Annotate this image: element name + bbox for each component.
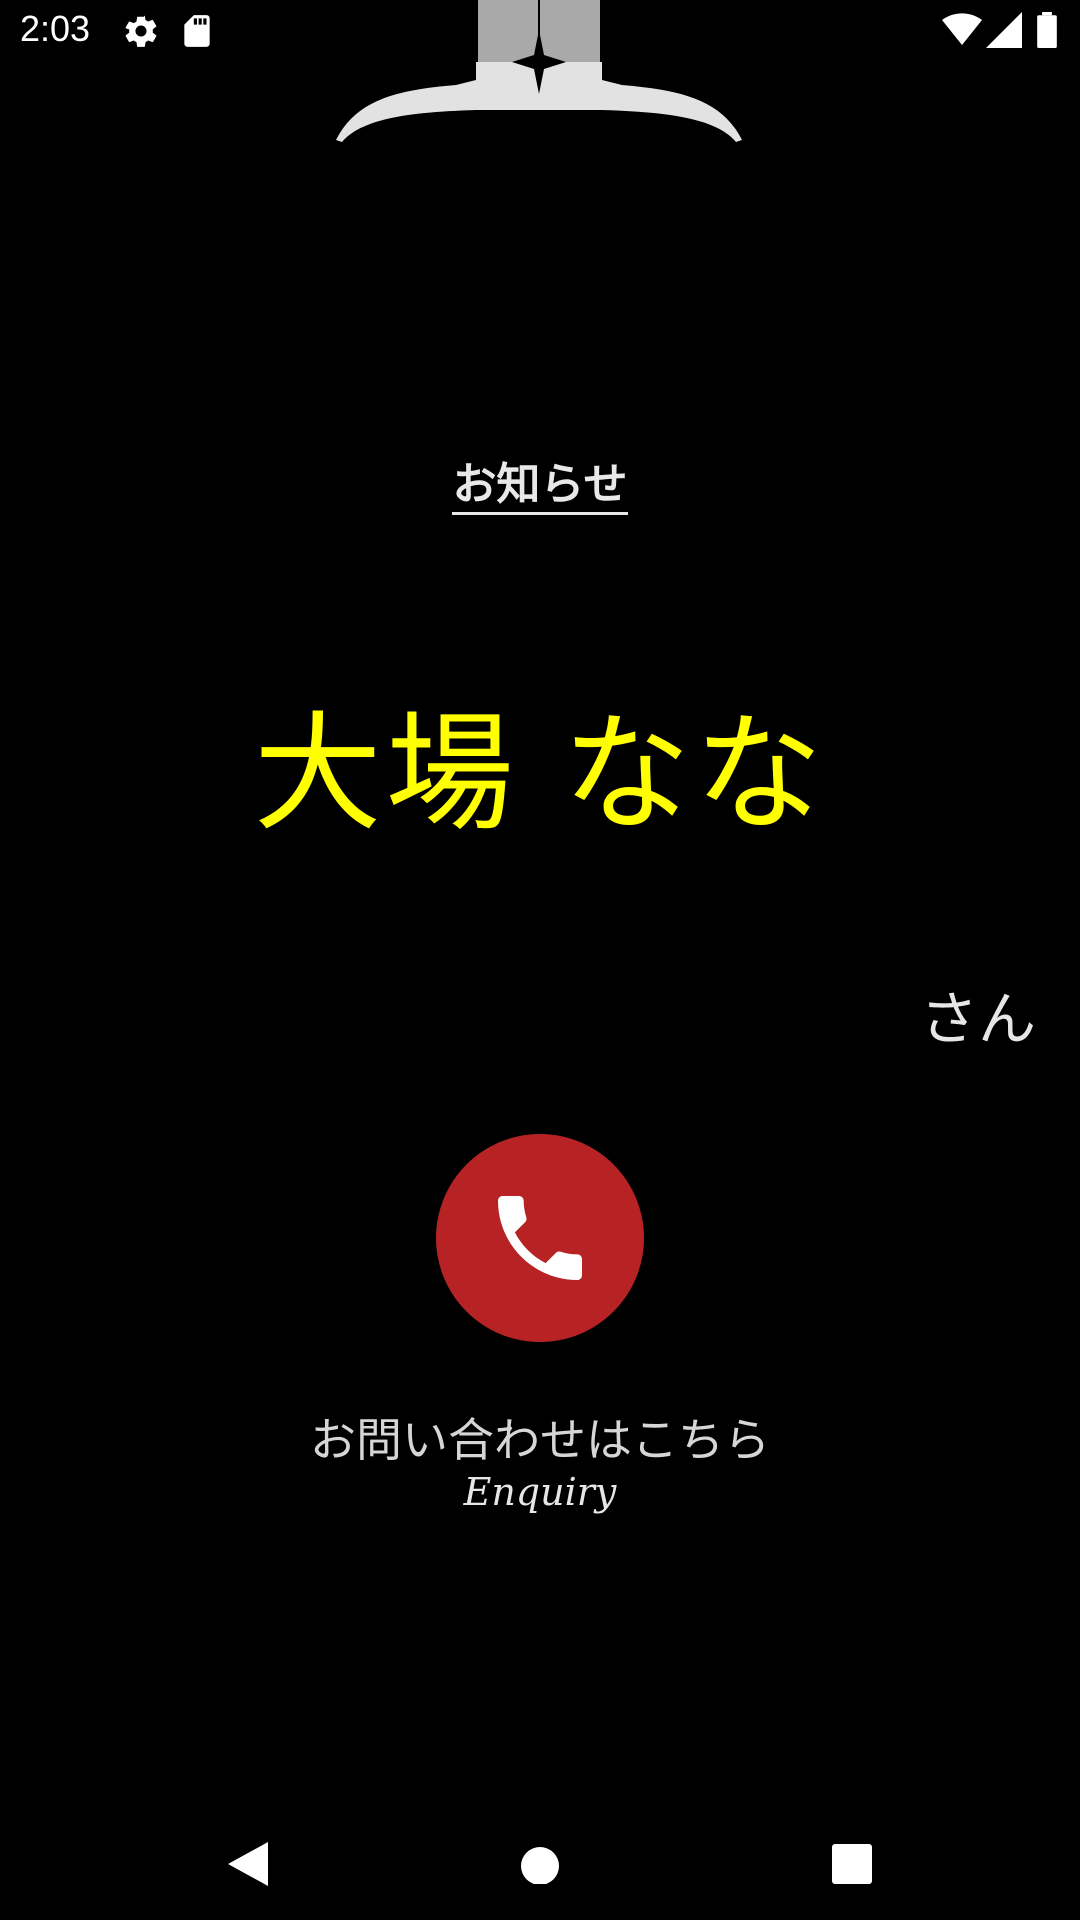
recents-button[interactable] — [782, 1800, 922, 1920]
battery-icon — [1037, 12, 1057, 48]
signal-icon — [986, 12, 1022, 48]
notice-label[interactable]: お知らせ — [452, 459, 628, 515]
user-name: 大場 なな — [253, 700, 827, 849]
back-icon — [228, 1842, 268, 1886]
status-time: 2:03 — [20, 8, 91, 49]
enquiry-label-jp[interactable]: お問い合わせはこちら — [0, 1404, 1080, 1470]
settings-icon — [125, 15, 157, 47]
nav-bar — [0, 1800, 1080, 1920]
wifi-icon — [942, 13, 982, 46]
phone-icon — [498, 1196, 582, 1280]
home-button[interactable] — [470, 1800, 610, 1920]
recents-icon — [832, 1844, 872, 1884]
call-button[interactable] — [436, 1134, 644, 1342]
back-button[interactable] — [176, 1800, 316, 1920]
home-icon — [521, 1847, 559, 1884]
honorific: さん — [920, 985, 1037, 1053]
enquiry-label-en[interactable]: Enquiry — [0, 1470, 1080, 1514]
sd-card-icon — [184, 15, 210, 47]
notice-link[interactable]: お知らせ — [0, 448, 1080, 515]
shop-logo — [336, 0, 742, 142]
